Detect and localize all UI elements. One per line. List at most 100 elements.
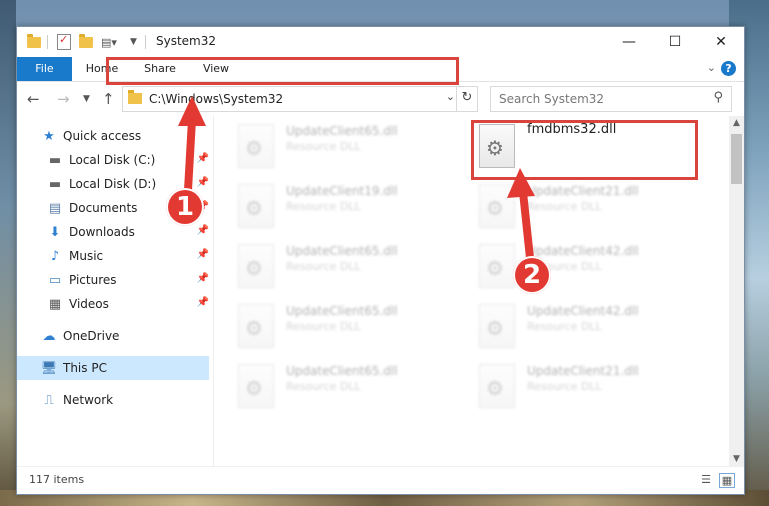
pin-icon[interactable]: 📌: [197, 177, 209, 188]
address-path[interactable]: C:\Windows\System32: [149, 92, 283, 106]
sidebar-item-network[interactable]: ⎍ Network: [17, 388, 213, 412]
address-dropdown-chevron-icon[interactable]: ⌄: [446, 90, 455, 103]
sidebar-item-label: Videos: [69, 297, 109, 311]
file-list: UpdateClient65.dll Resource DLL UpdateCl…: [214, 116, 729, 466]
sidebar-item-label: Network: [63, 393, 114, 407]
file-type: Resource DLL: [286, 200, 361, 213]
list-item-fmdbms32[interactable]: fmdbms32.dll: [479, 122, 699, 172]
cloud-icon: ☁: [42, 328, 56, 344]
pin-icon[interactable]: 📌: [197, 297, 209, 308]
list-item[interactable]: UpdateClient21.dll Resource DLL: [479, 364, 699, 412]
search-icon[interactable]: ⚲: [713, 90, 723, 105]
file-type: Resource DLL: [527, 320, 602, 333]
view-menu-icon[interactable]: ▤▾: [101, 34, 117, 50]
computer-icon: 🖥: [40, 360, 58, 376]
step-badge-2: 2: [513, 256, 551, 294]
dll-file-icon: [238, 304, 274, 348]
back-arrow-icon[interactable]: ←: [27, 90, 40, 108]
tab-home[interactable]: Home: [77, 57, 127, 81]
list-item[interactable]: UpdateClient19.dll Resource DLL: [238, 184, 458, 232]
properties-icon[interactable]: [57, 33, 71, 50]
address-bar[interactable]: C:\Windows\System32 ⌄ ↻: [122, 86, 478, 112]
sidebar-item-pictures[interactable]: ▭ Pictures 📌: [17, 268, 213, 292]
list-item[interactable]: UpdateClient65.dll Resource DLL: [238, 364, 458, 412]
documents-icon: ▤: [48, 200, 62, 216]
file-name: UpdateClient19.dll: [286, 184, 398, 198]
dll-file-icon: [238, 364, 274, 408]
file-type: Resource DLL: [286, 140, 361, 153]
sidebar-item-label: Local Disk (D:): [69, 177, 157, 191]
list-item[interactable]: UpdateClient65.dll Resource DLL: [238, 304, 458, 352]
sidebar-item-videos[interactable]: ▦ Videos 📌: [17, 292, 213, 316]
file-type: Resource DLL: [286, 380, 361, 393]
dll-file-icon: [238, 124, 274, 168]
minimize-button[interactable]: —: [606, 27, 652, 57]
up-arrow-icon[interactable]: ↑: [102, 90, 115, 108]
sidebar-item-label: Quick access: [63, 129, 142, 143]
file-explorer-window: ▤▾ ▼ System32 — ☐ ✕ File Home Share View…: [16, 26, 745, 495]
sidebar-item-label: Pictures: [69, 273, 117, 287]
scroll-up-arrow-icon[interactable]: ▲: [729, 118, 744, 128]
tab-file[interactable]: File: [17, 57, 72, 81]
new-folder-icon[interactable]: [79, 33, 93, 50]
close-button[interactable]: ✕: [698, 27, 744, 57]
drive-icon: ▬: [48, 152, 62, 168]
navigation-pane: ★ Quick access ▬ Local Disk (C:) 📌 ▬ Loc…: [17, 116, 214, 466]
sidebar-item-label: Downloads: [69, 225, 135, 239]
sidebar-item-quick-access[interactable]: ★ Quick access: [17, 124, 213, 148]
title-bar: ▤▾ ▼ System32 — ☐ ✕: [17, 27, 744, 57]
list-item[interactable]: UpdateClient21.dll Resource DLL: [479, 184, 699, 232]
forward-arrow-icon[interactable]: →: [57, 90, 70, 108]
downloads-icon: ⬇: [49, 224, 61, 240]
sidebar-item-local-disk-c[interactable]: ▬ Local Disk (C:) 📌: [17, 148, 213, 172]
sidebar-item-onedrive[interactable]: ☁ OneDrive: [17, 324, 213, 348]
pin-icon[interactable]: 📌: [197, 153, 209, 164]
step-badge-1: 1: [166, 188, 204, 226]
file-type: Resource DLL: [527, 200, 602, 213]
sidebar-item-label: Music: [69, 249, 104, 263]
tab-share[interactable]: Share: [135, 57, 185, 81]
customize-toolbar-chevron-icon[interactable]: ▼: [130, 34, 137, 50]
sidebar-item-label: OneDrive: [63, 329, 120, 343]
scroll-down-arrow-icon[interactable]: ▼: [729, 454, 744, 464]
dll-file-icon: [479, 184, 515, 228]
vertical-scrollbar[interactable]: ▲ ▼: [729, 116, 744, 466]
maximize-button[interactable]: ☐: [652, 27, 698, 57]
file-name: UpdateClient21.dll: [527, 364, 639, 378]
quick-access-folder-icon[interactable]: [27, 33, 41, 50]
pin-icon[interactable]: 📌: [197, 273, 209, 284]
details-view-icon[interactable]: ☰: [699, 473, 713, 486]
dll-file-icon: [479, 364, 515, 408]
ribbon: File Home Share View ⌄ ?: [17, 57, 744, 82]
list-item[interactable]: UpdateClient42.dll Resource DLL: [479, 304, 699, 352]
dll-file-icon: [238, 244, 274, 288]
file-name: UpdateClient65.dll: [286, 304, 398, 318]
list-item[interactable]: UpdateClient65.dll Resource DLL: [238, 244, 458, 292]
recent-locations-chevron-icon[interactable]: ▼: [83, 94, 90, 104]
sidebar-item-music[interactable]: ♪ Music 📌: [17, 244, 213, 268]
star-icon: ★: [43, 128, 55, 144]
pin-icon[interactable]: 📌: [197, 225, 209, 236]
file-type: Resource DLL: [286, 260, 361, 273]
refresh-icon[interactable]: ↻: [456, 87, 477, 111]
sidebar-item-label: Documents: [69, 201, 138, 215]
scrollbar-thumb[interactable]: [731, 134, 742, 184]
file-name: fmdbms32.dll: [527, 122, 617, 137]
navigation-bar: ← → ▼ ↑ C:\Windows\System32 ⌄ ↻ Search S…: [17, 82, 744, 116]
list-item[interactable]: UpdateClient65.dll Resource DLL: [238, 124, 458, 172]
pictures-icon: ▭: [48, 272, 62, 288]
help-icon[interactable]: ?: [721, 61, 736, 76]
list-item[interactable]: UpdateClient42.dll Resource DLL: [479, 244, 699, 292]
search-input[interactable]: Search System32 ⚲: [490, 86, 732, 112]
network-icon: ⎍: [44, 392, 54, 408]
sidebar-item-label: Local Disk (C:): [69, 153, 156, 167]
dll-file-icon: [479, 304, 515, 348]
tab-view[interactable]: View: [191, 57, 241, 81]
videos-icon: ▦: [48, 296, 62, 312]
large-icons-view-icon[interactable]: ▦: [719, 473, 735, 488]
pin-icon[interactable]: 📌: [197, 249, 209, 260]
sidebar-item-this-pc[interactable]: 🖥 This PC: [17, 356, 209, 380]
item-count: 117 items: [29, 473, 85, 486]
file-name: UpdateClient42.dll: [527, 304, 639, 318]
expand-ribbon-chevron-icon[interactable]: ⌄: [707, 61, 716, 74]
